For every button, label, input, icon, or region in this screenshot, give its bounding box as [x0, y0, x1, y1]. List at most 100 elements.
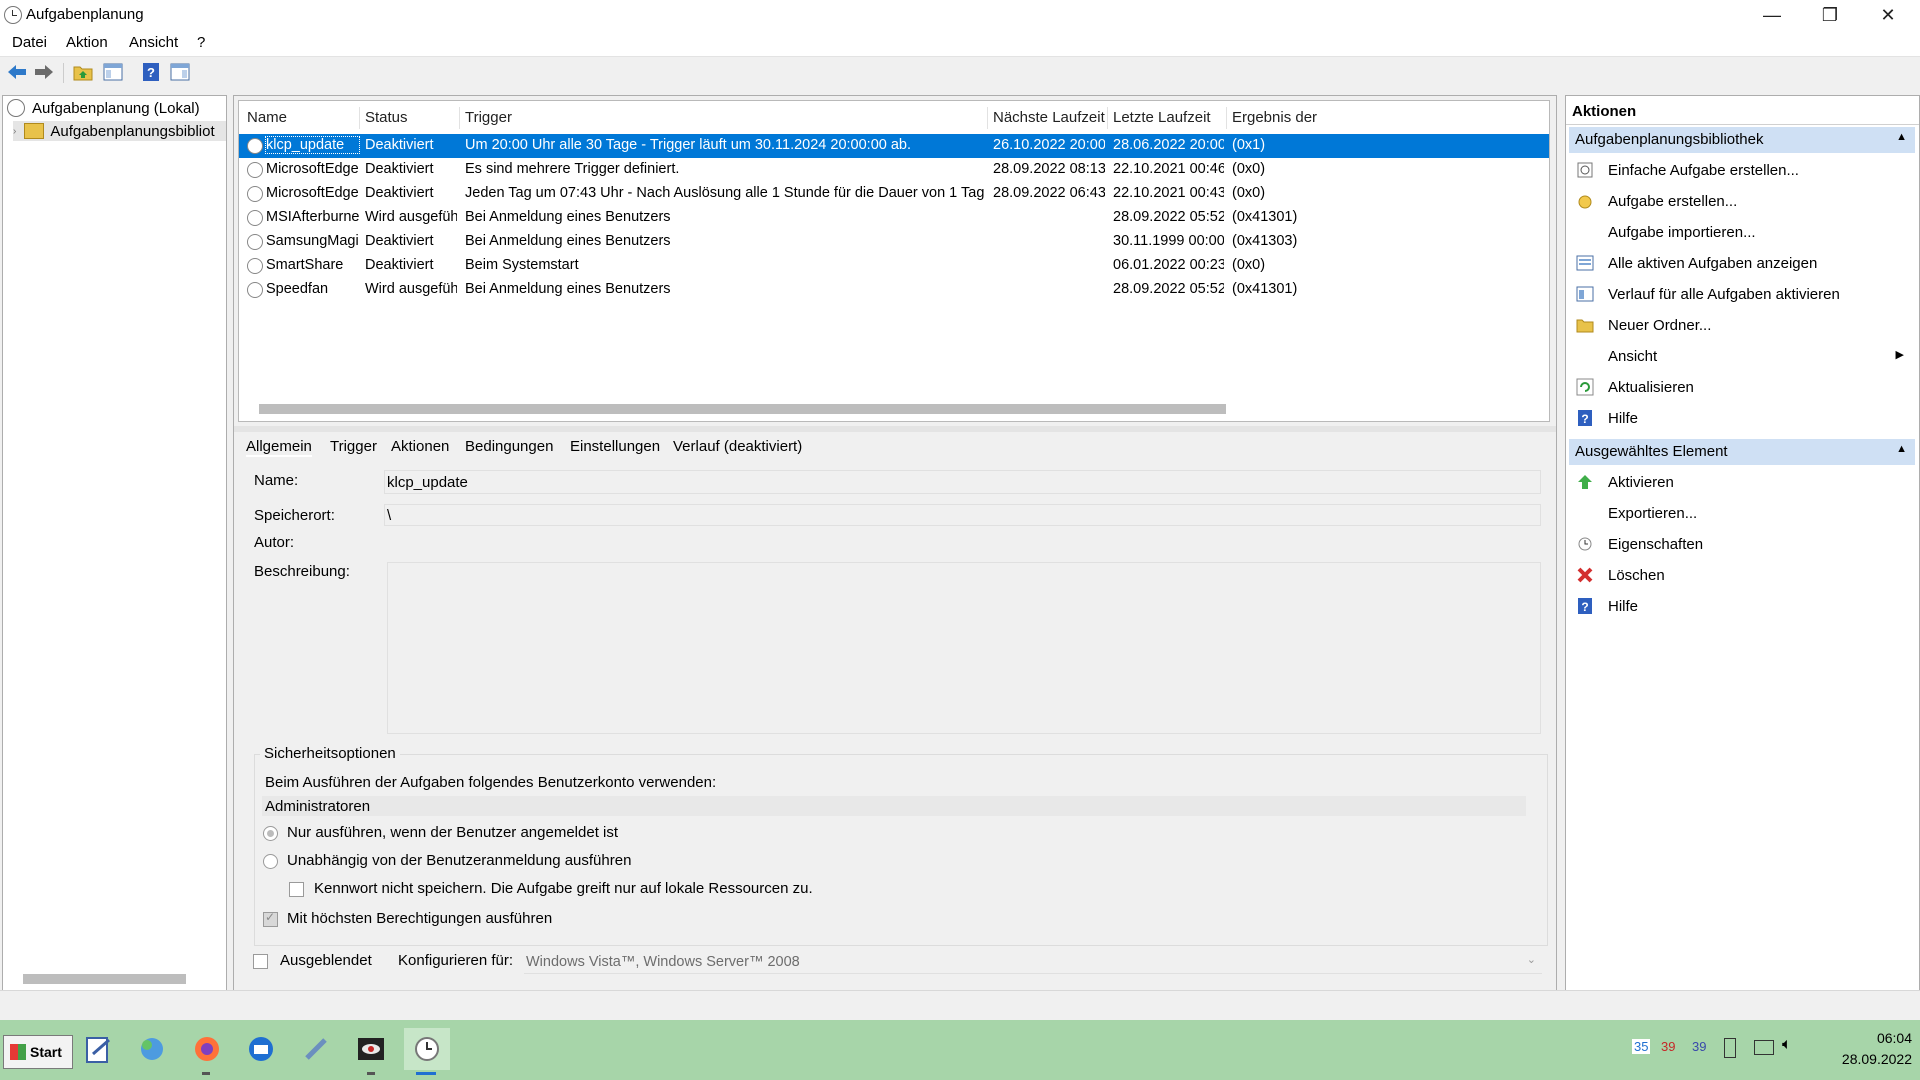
tree-item-library[interactable]: › Aufgabenplanungsbibliot — [13, 121, 226, 141]
column-header-status[interactable]: Status — [365, 109, 408, 126]
action-item-label: Aufgabe erstellen... — [1608, 192, 1738, 210]
table-row[interactable]: klcp_update Deaktiviert Um 20:00 Uhr alle … — [239, 134, 1549, 158]
tray-number-1[interactable]: 35 — [1632, 1039, 1651, 1054]
tab-allgemein[interactable]: Allgemein — [246, 438, 312, 457]
list-icon — [1574, 252, 1596, 274]
account-field[interactable]: Administratoren — [262, 796, 1526, 816]
section-selected-item[interactable]: Ausgewähltes Element ▲ — [1569, 439, 1915, 465]
cell-result: (0x41301) — [1232, 209, 1298, 225]
tree-root[interactable]: Aufgabenplanung (Lokal) — [7, 98, 200, 118]
tab-aktionen[interactable]: Aktionen — [391, 438, 449, 455]
menu-ansicht[interactable]: Ansicht — [129, 34, 178, 51]
location-field[interactable]: \ — [384, 504, 1541, 526]
configure-select[interactable]: Windows Vista™, Windows Server™ 2008 ⌄ — [524, 951, 1542, 974]
task-clock-icon — [247, 138, 263, 154]
tray-number-3[interactable]: 39 — [1692, 1039, 1706, 1054]
action-item[interactable]: Alle aktiven Aufgaben anzeigen — [1566, 248, 1912, 278]
column-header-last-run[interactable]: Letzte Laufzeit — [1113, 109, 1211, 126]
tab-einstellungen[interactable]: Einstellungen — [570, 438, 660, 455]
wizard-icon — [1574, 159, 1596, 181]
table-row[interactable]: Speedfan Wird ausgeführt Bei Anmeldung ein… — [239, 278, 1549, 302]
task-scheduler-app-icon[interactable] — [404, 1028, 450, 1070]
clock-icon — [7, 99, 25, 117]
eye-app-icon[interactable] — [350, 1028, 392, 1070]
menu-help[interactable]: ? — [197, 34, 205, 51]
tab-trigger[interactable]: Trigger — [330, 438, 377, 455]
show-hide-action-pane-icon[interactable] — [169, 61, 191, 83]
table-row[interactable]: MicrosoftEdgeU... Deaktiviert Jeden Tag um… — [239, 182, 1549, 206]
status-bar — [0, 990, 1920, 1021]
action-item[interactable]: Ansicht ▶ — [1566, 341, 1912, 371]
cell-name: klcp_update — [265, 136, 360, 154]
tray-number-2[interactable]: 39 — [1661, 1039, 1675, 1054]
tab-bedingungen[interactable]: Bedingungen — [465, 438, 553, 455]
collapse-arrow-icon[interactable]: ▲ — [1896, 131, 1907, 143]
notepad-app-icon[interactable] — [77, 1028, 119, 1070]
app-clock-icon — [4, 6, 22, 24]
forward-arrow-icon[interactable] — [33, 61, 55, 83]
cell-name: MicrosoftEdgeU... — [266, 185, 359, 201]
action-item[interactable]: ? Hilfe — [1566, 591, 1912, 621]
column-header-next-run[interactable]: Nächste Laufzeit — [993, 109, 1105, 126]
pane-splitter[interactable] — [234, 426, 1556, 432]
action-item[interactable]: ? Hilfe — [1566, 403, 1912, 433]
up-folder-icon[interactable] — [72, 61, 94, 83]
restore-button[interactable]: ❐ — [1801, 0, 1859, 30]
chevron-right-icon[interactable]: › — [13, 126, 16, 137]
action-item-label: Einfache Aufgabe erstellen... — [1608, 161, 1799, 179]
action-item[interactable]: Aktivieren — [1566, 467, 1912, 497]
firefox-app-icon[interactable] — [186, 1028, 228, 1070]
action-item[interactable]: Löschen — [1566, 560, 1912, 590]
radio-independent-logon[interactable] — [263, 854, 278, 869]
section-selected-item-label: Ausgewähltes Element — [1575, 443, 1728, 460]
action-item[interactable]: Aktualisieren — [1566, 372, 1912, 402]
show-hide-tree-icon[interactable] — [102, 61, 124, 83]
pen-app-icon[interactable] — [295, 1028, 337, 1070]
collapse-arrow-icon[interactable]: ▲ — [1896, 443, 1907, 455]
minimize-button[interactable]: — — [1743, 0, 1801, 30]
list-horizontal-scrollbar[interactable] — [259, 404, 1226, 414]
network-app-icon[interactable] — [131, 1028, 173, 1070]
description-field[interactable] — [387, 562, 1541, 734]
cell-name: SamsungMagici... — [266, 233, 359, 249]
column-header-result[interactable]: Ergebnis der le — [1232, 109, 1318, 126]
menu-datei[interactable]: Datei — [12, 34, 47, 51]
start-button[interactable]: Start — [3, 1035, 73, 1069]
action-item[interactable]: Eigenschaften — [1566, 529, 1912, 559]
action-item[interactable]: Verlauf für alle Aufgaben aktivieren — [1566, 279, 1912, 309]
action-item[interactable]: Einfache Aufgabe erstellen... — [1566, 155, 1912, 185]
action-item[interactable]: Aufgabe erstellen... — [1566, 186, 1912, 216]
clock-date[interactable]: 28.09.2022 — [1820, 1051, 1912, 1067]
thunderbird-app-icon[interactable] — [240, 1028, 282, 1070]
checkbox-no-password[interactable] — [289, 882, 304, 897]
table-row[interactable]: MicrosoftEdgeU... Deaktiviert Es sind mehr… — [239, 158, 1549, 182]
refresh-icon — [1574, 376, 1596, 398]
radio-only-logged-on[interactable] — [263, 826, 278, 841]
action-item-label: Verlauf für alle Aufgaben aktivieren — [1608, 285, 1840, 303]
checkbox-highest-privileges[interactable]: ✓ — [263, 910, 278, 927]
table-row[interactable]: SmartShare Deaktiviert Beim Systemstart 06.… — [239, 254, 1549, 278]
table-row[interactable]: MSIAfterburner Wird ausgeführt Bei Anmeldu… — [239, 206, 1549, 230]
tab-verlauf[interactable]: Verlauf (deaktiviert) — [673, 438, 802, 455]
window-title: Aufgabenplanung — [26, 6, 144, 23]
action-item[interactable]: Aufgabe importieren... — [1566, 217, 1912, 247]
help-icon[interactable]: ? — [140, 61, 162, 83]
action-item[interactable]: Exportieren... — [1566, 498, 1912, 528]
cell-next: 28.09.2022 06:43:05 — [993, 185, 1105, 201]
battery-icon[interactable] — [1724, 1038, 1736, 1058]
section-library[interactable]: Aufgabenplanungsbibliothek ▲ — [1569, 127, 1915, 153]
checkbox-hidden[interactable] — [253, 954, 268, 969]
close-button[interactable]: ✕ — [1859, 0, 1917, 30]
table-row[interactable]: SamsungMagici... Deaktiviert Bei Anmeldung… — [239, 230, 1549, 254]
cell-name: SmartShare — [266, 257, 344, 273]
tree-horizontal-scrollbar[interactable] — [23, 974, 186, 984]
menu-aktion[interactable]: Aktion — [66, 34, 108, 51]
clock-time[interactable]: 06:04 — [1840, 1030, 1912, 1046]
back-arrow-icon[interactable] — [6, 61, 28, 83]
column-header-trigger[interactable]: Trigger — [465, 109, 512, 126]
name-field[interactable]: klcp_update — [384, 470, 1541, 494]
speaker-icon[interactable]: 🔈︎ — [1782, 1036, 1792, 1054]
column-header-name[interactable]: Name — [247, 109, 287, 126]
action-item[interactable]: Neuer Ordner... — [1566, 310, 1912, 340]
network-icon[interactable] — [1754, 1040, 1774, 1055]
